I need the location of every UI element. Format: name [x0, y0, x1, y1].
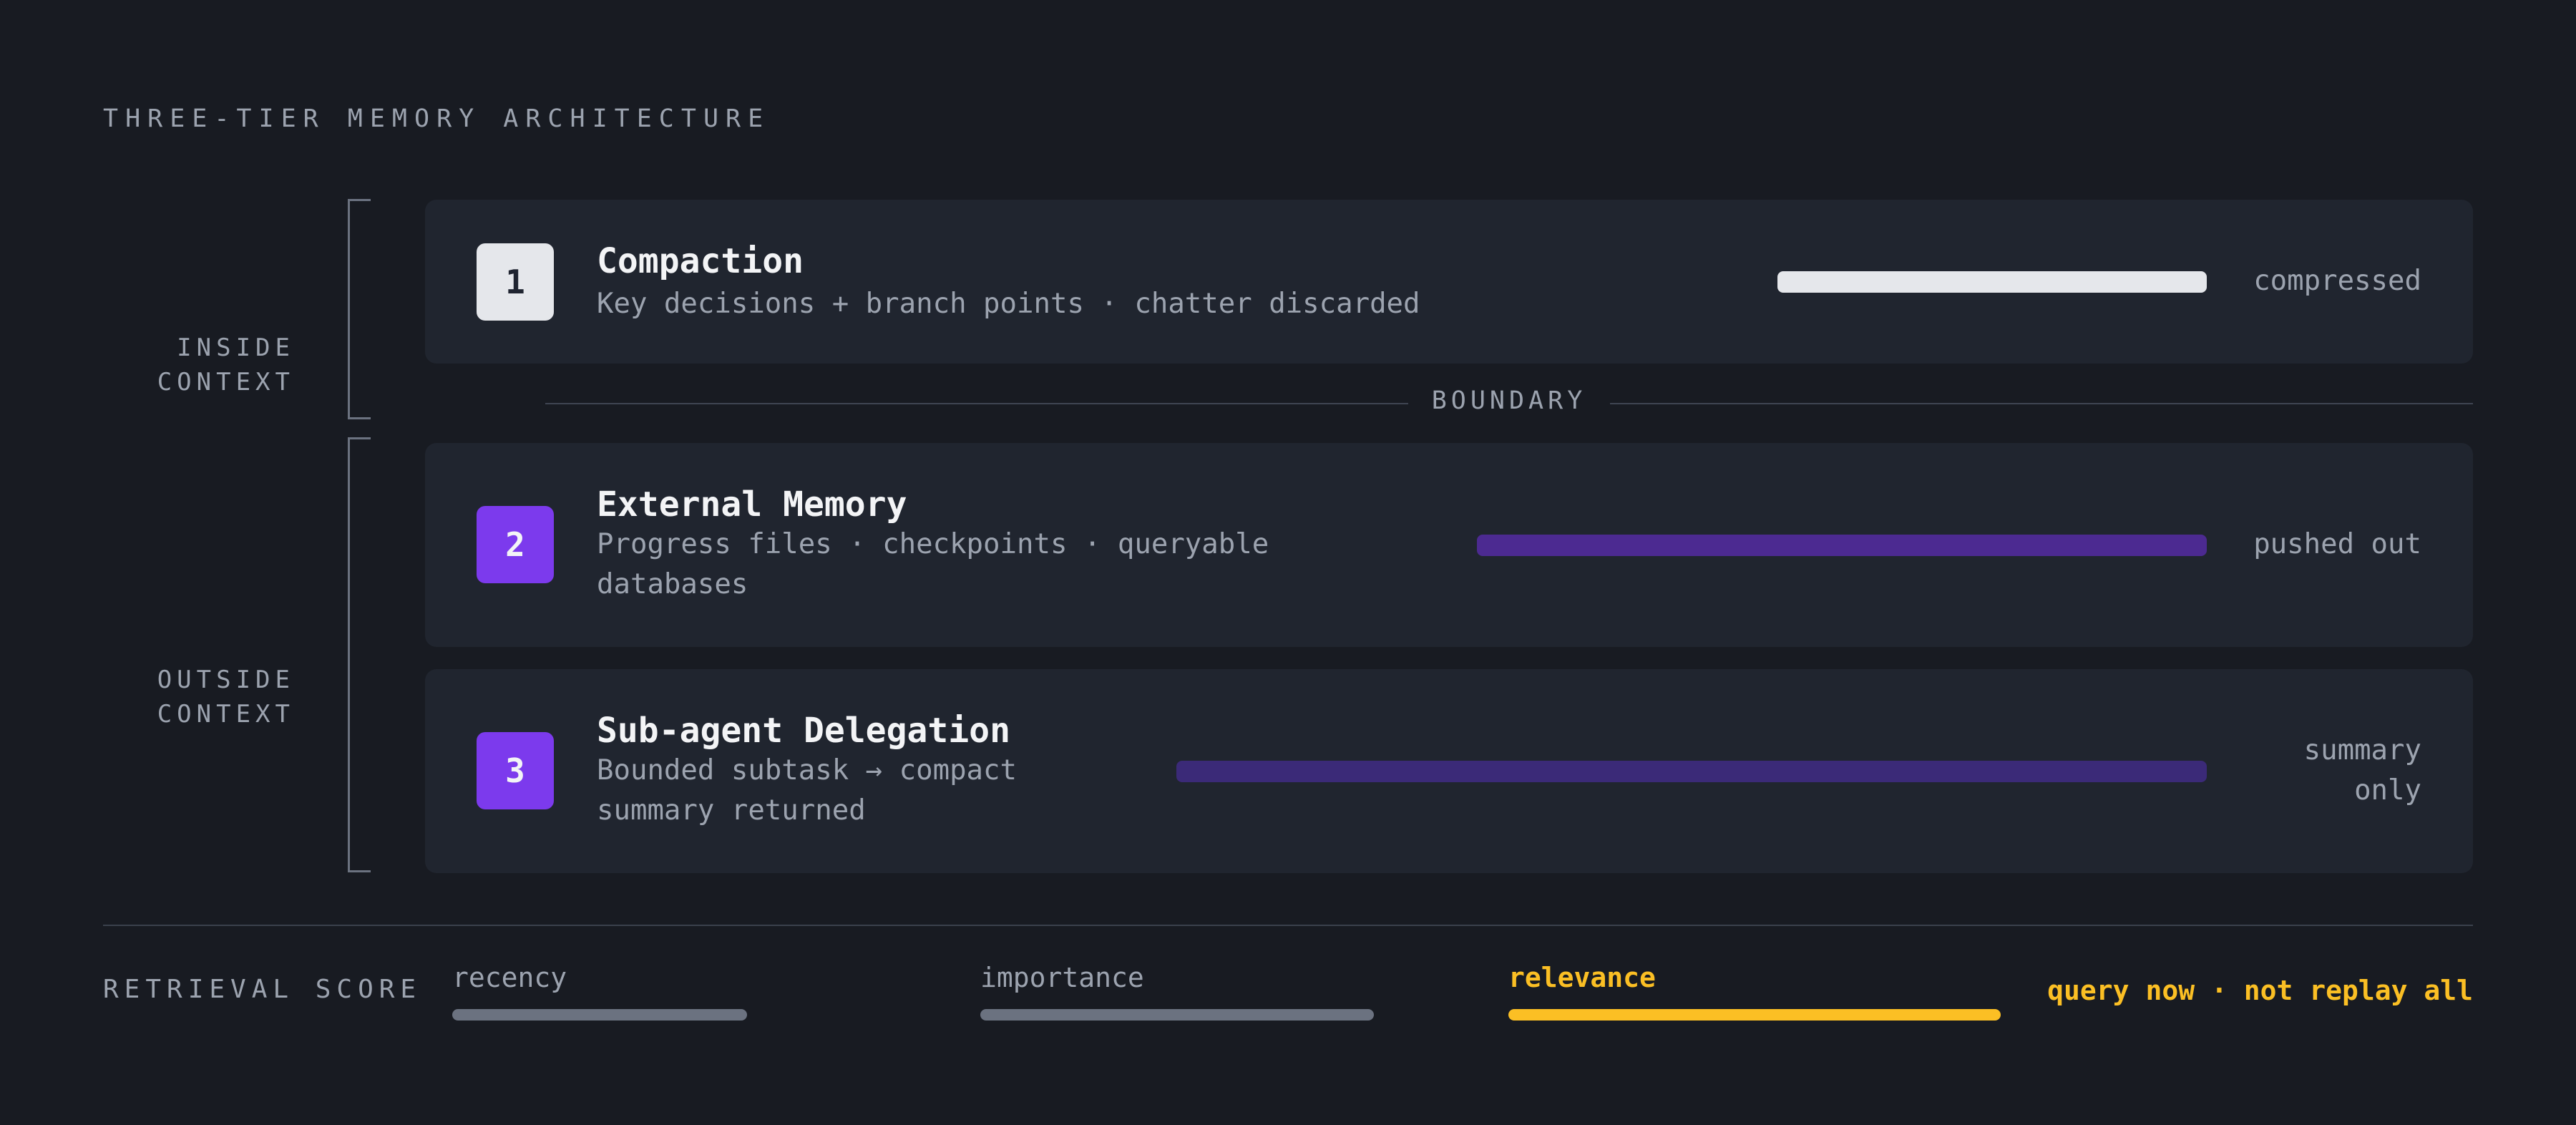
- tier-number-badge: 3: [477, 732, 554, 809]
- metric-bar-recency: [452, 1009, 747, 1021]
- retrieval-tagline: query now · not replay all: [2047, 975, 2473, 1006]
- tier-number-badge: 2: [477, 506, 554, 583]
- boundary-label: BOUNDARY: [1431, 386, 1587, 415]
- tier-title: External Memory: [597, 484, 907, 525]
- metric-bar-importance: [980, 1009, 1374, 1021]
- tier-status: compressed: [2253, 265, 2421, 297]
- section-divider: [103, 925, 2473, 926]
- group-label-line: CONTEXT: [157, 700, 295, 729]
- tier-status: summary only: [2303, 734, 2421, 807]
- tier-card-compaction: 1 Compaction Key decisions + branch poin…: [425, 200, 2473, 364]
- group-label-line: OUTSIDE: [157, 666, 295, 694]
- tier-bar: [1176, 761, 2207, 782]
- tier-title: Sub-agent Delegation: [597, 711, 1010, 751]
- group-label-inside-context: INSIDE CONTEXT: [157, 331, 295, 399]
- tier-title: Compaction: [597, 241, 804, 281]
- tier-number-badge: 1: [477, 243, 554, 321]
- tier-card-sub-agent-delegation: 3 Sub-agent Delegation Bounded subtask →…: [425, 669, 2473, 873]
- metric-label-recency: recency: [452, 962, 567, 993]
- group-label-outside-context: OUTSIDE CONTEXT: [157, 663, 295, 731]
- group-label-line: INSIDE: [177, 333, 295, 362]
- page-eyebrow: THREE-TIER MEMORY ARCHITECTURE: [103, 104, 771, 133]
- tier-bar: [1777, 271, 2207, 293]
- group-label-line: CONTEXT: [157, 368, 295, 396]
- boundary-line-left: [545, 403, 1408, 404]
- metric-label-importance: importance: [980, 962, 1144, 993]
- tier-bar: [1477, 535, 2207, 556]
- bracket-outside-context: [348, 437, 371, 872]
- retrieval-score-label: RETRIEVAL SCORE: [103, 975, 422, 1004]
- metric-bar-relevance: [1508, 1009, 2001, 1021]
- tier-description: Key decisions + branch points · chatter …: [597, 288, 1420, 320]
- boundary-line-right: [1610, 403, 2473, 404]
- metric-label-relevance: relevance: [1508, 962, 1656, 993]
- tier-card-external-memory: 2 External Memory Progress files · check…: [425, 443, 2473, 647]
- tier-description: Bounded subtask → compact summary return…: [597, 754, 1017, 827]
- bracket-inside-context: [348, 199, 371, 419]
- tier-status: pushed out: [2253, 528, 2421, 560]
- tier-description: Progress files · checkpoints · queryable…: [597, 528, 1269, 600]
